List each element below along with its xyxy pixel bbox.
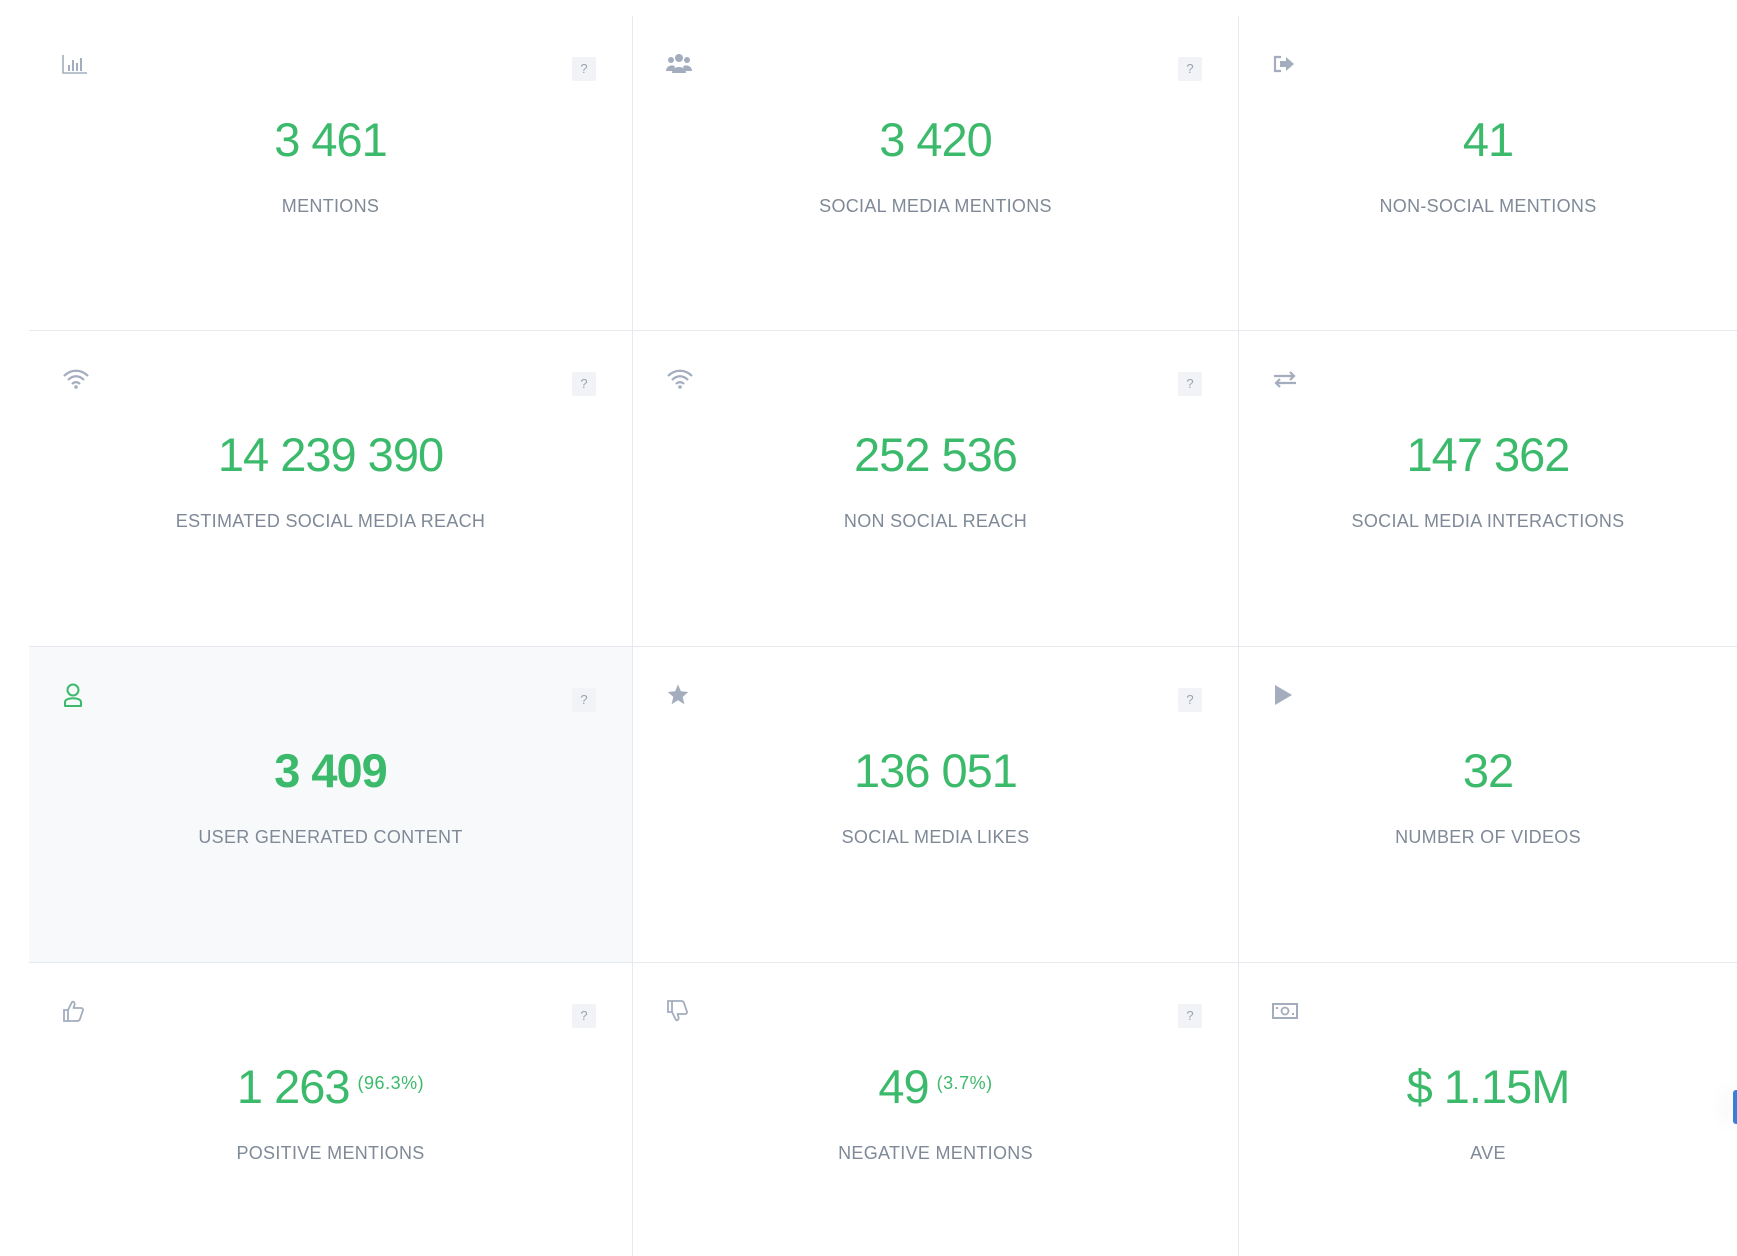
metric-value: 14 239 390 (29, 427, 632, 483)
tile-negative-mentions: ? 49 (3.7%) NEGATIVE MENTIONS (633, 963, 1239, 1256)
metric-number: 3 461 (274, 113, 388, 166)
help-button[interactable]: ? (1178, 688, 1202, 712)
money-icon (1272, 997, 1300, 1025)
metric-label: POSITIVE MENTIONS (236, 1143, 425, 1163)
metric-label: ESTIMATED SOCIAL MEDIA REACH (175, 511, 486, 531)
tile-social-media-mentions: ? 3 420 SOCIAL MEDIA MENTIONS (633, 16, 1239, 331)
metric-number: 49 (878, 1060, 929, 1113)
metric-value: 136 051 (633, 743, 1238, 799)
thumbs-down-icon (666, 997, 694, 1025)
exchange-icon (1272, 365, 1300, 393)
metric-number: 41 (1462, 113, 1514, 166)
metric-label: SOCIAL MEDIA MENTIONS (819, 196, 1052, 216)
help-button[interactable]: ? (1178, 372, 1202, 396)
star-icon (666, 681, 694, 709)
metric-value: 32 (1239, 743, 1737, 799)
metric-label: AVE (1470, 1143, 1506, 1163)
bar-chart-icon (62, 50, 90, 78)
users-icon (666, 50, 694, 78)
metric-value: 3 409 (29, 743, 632, 799)
metric-number: 32 (1462, 744, 1514, 797)
help-button[interactable]: ? (572, 688, 596, 712)
metric-number: 3 409 (274, 744, 388, 797)
thumbs-up-icon (62, 997, 90, 1025)
tile-social-media-likes: ? 136 051 SOCIAL MEDIA LIKES (633, 647, 1239, 963)
wifi-icon (62, 365, 90, 393)
help-button[interactable]: ? (1178, 57, 1202, 81)
metric-label: USER GENERATED CONTENT (198, 827, 463, 847)
metric-label: NON-SOCIAL MENTIONS (1379, 196, 1597, 216)
metric-number: 136 051 (854, 744, 1018, 797)
metric-value: 41 (1239, 112, 1737, 168)
help-button[interactable]: ? (572, 372, 596, 396)
metric-value: 252 536 (633, 427, 1238, 483)
help-button[interactable]: ? (1178, 1004, 1202, 1028)
metric-number: 3 420 (879, 113, 993, 166)
metric-label: NEGATIVE MENTIONS (838, 1143, 1033, 1163)
play-icon (1272, 681, 1300, 709)
metric-label: MENTIONS (281, 196, 380, 216)
metric-value: 3 461 (29, 112, 632, 168)
tile-number-of-videos: ? 32 NUMBER OF VIDEOS (1239, 647, 1737, 963)
metric-number: 14 239 390 (217, 428, 444, 481)
metric-value: $ 1.15M (1239, 1059, 1737, 1115)
tile-social-media-interactions: ? 147 362 SOCIAL MEDIA INTERACTIONS (1239, 331, 1737, 647)
metric-number: $ 1.15M (1406, 1060, 1571, 1113)
metric-value: 147 362 (1239, 427, 1737, 483)
tile-positive-mentions: ? 1 263 (96.3%) POSITIVE MENTIONS (29, 963, 633, 1256)
metric-label: SOCIAL MEDIA INTERACTIONS (1351, 511, 1625, 531)
side-panel-tab[interactable] (1733, 1090, 1737, 1124)
metrics-grid: ? 3 461 MENTIONS ? 3 420 SOCIAL MEDIA ME… (29, 16, 1737, 1256)
user-icon (62, 681, 90, 709)
metric-percentage: (3.7%) (936, 1073, 993, 1093)
tile-non-social-mentions: ? 41 NON-SOCIAL MENTIONS (1239, 16, 1737, 331)
metric-value: 3 420 (633, 112, 1238, 168)
metric-label: SOCIAL MEDIA LIKES (841, 827, 1030, 847)
metric-percentage: (96.3%) (357, 1073, 425, 1093)
tile-estimated-social-media-reach: ? 14 239 390 ESTIMATED SOCIAL MEDIA REAC… (29, 331, 633, 647)
metric-number: 252 536 (854, 428, 1018, 481)
metric-label: NON SOCIAL REACH (843, 511, 1028, 531)
tile-mentions: ? 3 461 MENTIONS (29, 16, 633, 331)
metric-number: 1 263 (236, 1060, 351, 1113)
metric-value: 1 263 (96.3%) (29, 1059, 632, 1115)
metric-value: 49 (3.7%) (633, 1059, 1238, 1115)
metric-number: 147 362 (1406, 428, 1571, 481)
tile-user-generated-content: ? 3 409 USER GENERATED CONTENT (29, 647, 633, 963)
sign-out-icon (1272, 50, 1300, 78)
metric-label: NUMBER OF VIDEOS (1395, 827, 1581, 847)
tile-ave: ? $ 1.15M AVE (1239, 963, 1737, 1256)
help-button[interactable]: ? (572, 1004, 596, 1028)
help-button[interactable]: ? (572, 57, 596, 81)
wifi-icon (666, 365, 694, 393)
tile-non-social-reach: ? 252 536 NON SOCIAL REACH (633, 331, 1239, 647)
